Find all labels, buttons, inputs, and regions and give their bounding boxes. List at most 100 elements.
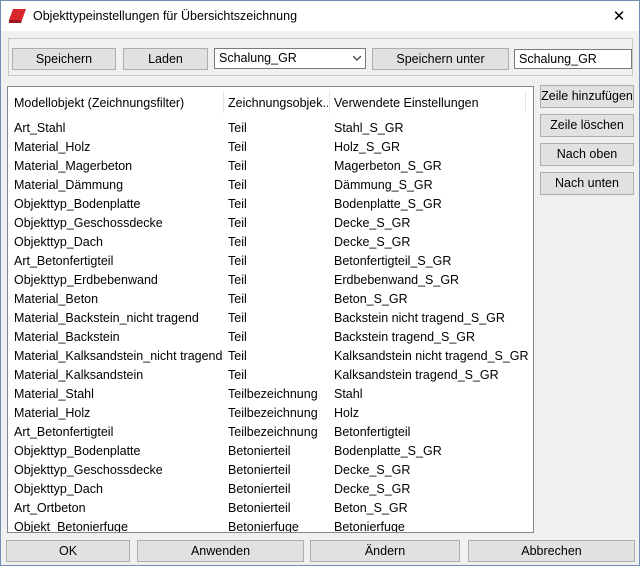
cell-settings: Beton_S_GR — [334, 292, 408, 306]
column-header-drawing-object[interactable]: Zeichnungsobjek... — [228, 91, 328, 115]
cell-drawing-object: Betonierfuge — [228, 520, 299, 533]
window-title: Objekttypeinstellungen für Übersichtszei… — [33, 9, 298, 23]
cell-model-object: Objekttyp_Erdbebenwand — [14, 273, 158, 287]
cell-drawing-object: Teil — [228, 159, 247, 173]
load-button[interactable]: Laden — [123, 48, 208, 70]
cell-settings: Decke_S_GR — [334, 463, 411, 477]
cell-settings: Stahl — [334, 387, 363, 401]
cell-model-object: Art_Ortbeton — [14, 501, 86, 515]
cell-model-object: Material_Kalksandstein — [14, 368, 144, 382]
cell-settings: Holz — [334, 406, 360, 420]
cell-drawing-object: Teil — [228, 254, 247, 268]
cell-settings: Decke_S_GR — [334, 482, 411, 496]
table-row[interactable]: Material_Kalksandstein Teil Kalksandstein … — [8, 366, 533, 385]
cell-model-object: Art_Betonfertigteil — [14, 425, 114, 439]
apply-button[interactable]: Anwenden — [137, 540, 304, 562]
cell-settings: Backstein tragend_S_GR — [334, 330, 476, 344]
cell-model-object: Objekttyp_Dach — [14, 235, 103, 249]
column-divider[interactable] — [223, 91, 224, 113]
close-icon: ✕ — [612, 8, 626, 25]
table-row[interactable]: Objekttyp_Dach Betonierteil Decke_S_GR — [8, 480, 533, 499]
table-row[interactable]: Material_Kalksandstein_nicht tragend Teil… — [8, 347, 533, 366]
title-bar: Objekttypeinstellungen für Übersichtszei… — [1, 1, 639, 31]
cell-drawing-object: Teil — [228, 311, 247, 325]
cell-model-object: Objekttyp_Bodenplatte — [14, 444, 141, 458]
cell-drawing-object: Betonierteil — [228, 463, 291, 477]
cell-settings: Bodenplatte_S_GR — [334, 197, 442, 211]
move-down-button[interactable]: Nach unten — [540, 172, 634, 195]
add-row-button[interactable]: Zeile hinzufügen — [540, 85, 634, 108]
settings-table[interactable]: Modellobjekt (Zeichnungsfilter) Zeichnun… — [7, 86, 534, 533]
table-row[interactable]: Material_Stahl Teilbezeichnung Stahl — [8, 385, 533, 404]
cell-settings: Dämmung_S_GR — [334, 178, 433, 192]
column-divider[interactable] — [329, 91, 330, 113]
preset-select-value: Schalung_GR — [219, 51, 297, 65]
table-row[interactable]: Art_Ortbeton Betonierteil Beton_S_GR — [8, 499, 533, 518]
cell-drawing-object: Teil — [228, 197, 247, 211]
delete-row-button[interactable]: Zeile löschen — [540, 114, 634, 137]
cell-model-object: Objekttyp_Bodenplatte — [14, 197, 141, 211]
cell-drawing-object: Teil — [228, 178, 247, 192]
cell-drawing-object: Teil — [228, 121, 247, 135]
table-row[interactable]: Art_Betonfertigteil Teilbezeichnung Betonf… — [8, 423, 533, 442]
cell-drawing-object: Betonierteil — [228, 482, 291, 496]
cell-settings: Betonfertigteil_S_GR — [334, 254, 452, 268]
cell-settings: Betonfertigteil — [334, 425, 411, 439]
cell-model-object: Material_Stahl — [14, 387, 94, 401]
cell-settings: Stahl_S_GR — [334, 121, 404, 135]
table-row[interactable]: Objekttyp_Geschossdecke Betonierteil Decke… — [8, 461, 533, 480]
cell-settings: Bodenplatte_S_GR — [334, 444, 442, 458]
cell-model-object: Material_Holz — [14, 406, 91, 420]
cell-settings: Decke_S_GR — [334, 216, 411, 230]
ok-button[interactable]: OK — [6, 540, 130, 562]
modify-button[interactable]: Ändern — [310, 540, 460, 562]
save-button[interactable]: Speichern — [12, 48, 116, 70]
cell-model-object: Objekttyp_Dach — [14, 482, 103, 496]
table-row[interactable]: Objekttyp_Bodenplatte Teil Bodenplatte_S_G… — [8, 195, 533, 214]
table-row[interactable]: Objekttyp_Dach Teil Decke_S_GR — [8, 233, 533, 252]
table-row[interactable]: Objekttyp_Bodenplatte Betonierteil Bodenpl… — [8, 442, 533, 461]
table-row[interactable]: Art_Stahl Teil Stahl_S_GR — [8, 119, 533, 138]
save-as-name-input[interactable]: Schalung_GR — [514, 49, 632, 69]
cell-model-object: Objekt_Betonierfuge — [14, 520, 128, 533]
cell-drawing-object: Teilbezeichnung — [228, 406, 318, 420]
table-row[interactable]: Art_Betonfertigteil Teil Betonfertigteil_S… — [8, 252, 533, 271]
cell-settings: Holz_S_GR — [334, 140, 400, 154]
cell-model-object: Objekttyp_Geschossdecke — [14, 216, 163, 230]
dialog-window: Objekttypeinstellungen für Übersichtszei… — [0, 0, 640, 566]
column-header-model-object[interactable]: Modellobjekt (Zeichnungsfilter) — [14, 91, 224, 115]
cell-settings: Magerbeton_S_GR — [334, 159, 442, 173]
cell-settings: Backstein nicht tragend_S_GR — [334, 311, 505, 325]
table-row[interactable]: Material_Magerbeton Teil Magerbeton_S_GR — [8, 157, 533, 176]
table-row[interactable]: Material_Holz Teil Holz_S_GR — [8, 138, 533, 157]
cell-model-object: Material_Holz — [14, 140, 91, 154]
cancel-button[interactable]: Abbrechen — [468, 540, 635, 562]
cell-model-object: Material_Backstein_nicht tragend — [14, 311, 199, 325]
app-logo-icon — [9, 9, 26, 23]
save-as-button[interactable]: Speichern unter — [372, 48, 509, 70]
cell-model-object: Material_Kalksandstein_nicht tragend — [14, 349, 223, 363]
table-row[interactable]: Objekt_Betonierfuge Betonierfuge Betonierf… — [8, 518, 533, 533]
cell-model-object: Material_Dämmung — [14, 178, 124, 192]
column-header-settings[interactable]: Verwendete Einstellungen — [334, 91, 524, 115]
cell-model-object: Material_Magerbeton — [14, 159, 133, 173]
preset-select[interactable]: Schalung_GR — [214, 48, 366, 69]
cell-model-object: Material_Beton — [14, 292, 99, 306]
table-row[interactable]: Objekttyp_Geschossdecke Teil Decke_S_GR — [8, 214, 533, 233]
cell-model-object: Objekttyp_Geschossdecke — [14, 463, 163, 477]
table-row[interactable]: Material_Beton Teil Beton_S_GR — [8, 290, 533, 309]
cell-settings: Erdbebenwand_S_GR — [334, 273, 460, 287]
cell-settings: Betonierfuge — [334, 520, 405, 533]
table-row[interactable]: Objekttyp_Erdbebenwand Teil Erdbebenwand_S… — [8, 271, 533, 290]
column-divider[interactable] — [525, 91, 526, 113]
cell-drawing-object: Teil — [228, 349, 247, 363]
close-button[interactable]: ✕ — [599, 1, 639, 31]
cell-drawing-object: Teilbezeichnung — [228, 425, 318, 439]
chevron-down-icon — [353, 55, 361, 61]
table-row[interactable]: Material_Holz Teilbezeichnung Holz — [8, 404, 533, 423]
table-row[interactable]: Material_Backstein Teil Backstein tragend_… — [8, 328, 533, 347]
table-row[interactable]: Material_Backstein_nicht tragend Teil Back… — [8, 309, 533, 328]
move-up-button[interactable]: Nach oben — [540, 143, 634, 166]
table-row[interactable]: Material_Dämmung Teil Dämmung_S_GR — [8, 176, 533, 195]
cell-model-object: Art_Stahl — [14, 121, 66, 135]
